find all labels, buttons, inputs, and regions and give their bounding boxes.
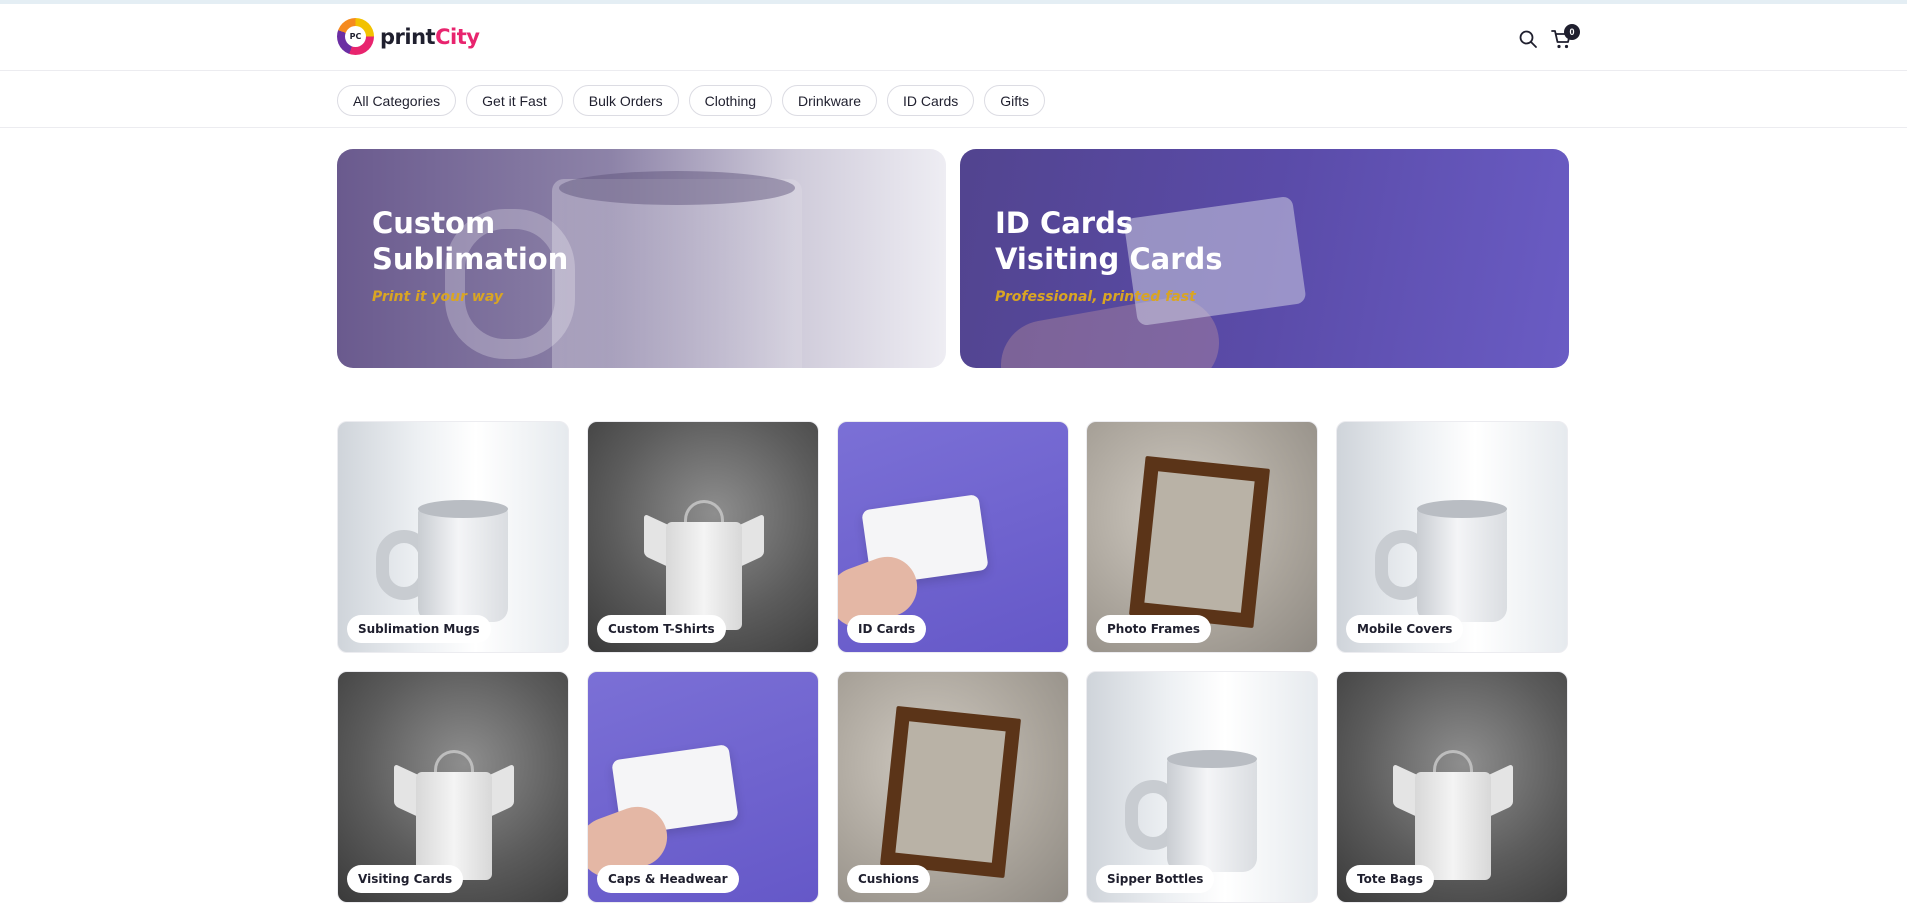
banner-title-line1: ID Cards (995, 206, 1134, 240)
brand-name-part1: print (380, 24, 436, 49)
category-pill-bulk-orders[interactable]: Bulk Orders (572, 85, 679, 116)
product-label: Sipper Bottles (1096, 865, 1215, 893)
product-label: Visiting Cards (347, 865, 464, 893)
brand-name-part2: City (435, 24, 480, 49)
banner-title-line1: Custom (372, 206, 496, 240)
product-tile-custom-t-shirts[interactable]: Custom T-Shirts (587, 421, 819, 653)
category-pill-clothing[interactable]: Clothing (688, 85, 773, 116)
category-pill-get-it-fast[interactable]: Get it Fast (466, 85, 563, 116)
mug-rim-image (1417, 500, 1507, 518)
brand-logo[interactable]: PC printCity (337, 18, 480, 55)
frame-image (1128, 455, 1271, 629)
banner-custom-sublimation[interactable]: Custom Sublimation Print it your way (337, 149, 946, 368)
logo-mark-icon: PC (337, 18, 374, 55)
product-tile-caps-headwear[interactable]: Caps & Headwear (587, 671, 819, 903)
shirt-image (1415, 772, 1491, 880)
product-label: ID Cards (847, 615, 927, 643)
banner-subtitle: Print it your way (372, 289, 503, 305)
category-pill-drinkware[interactable]: Drinkware (782, 85, 878, 116)
banner-title-line2: Visiting Cards (995, 242, 1223, 276)
frame-image (879, 705, 1022, 879)
product-label: Caps & Headwear (597, 865, 739, 893)
product-tile-sipper-bottles[interactable]: Sipper Bottles (1086, 671, 1318, 903)
product-tile-sublimation-mugs[interactable]: Sublimation Mugs (337, 421, 569, 653)
banner-subtitle: Professional, printed fast (995, 289, 1196, 305)
product-label: Photo Frames (1096, 615, 1211, 643)
product-label: Custom T-Shirts (597, 615, 726, 643)
shirt-image (416, 772, 492, 880)
mug-rim-image (1167, 750, 1257, 768)
category-pill-gifts[interactable]: Gifts (984, 85, 1046, 116)
product-label: Mobile Covers (1346, 615, 1464, 643)
category-pills: All Categories Get it Fast Bulk Orders C… (337, 85, 1046, 116)
site-header: PC printCity 0 (0, 4, 1907, 71)
product-tile-id-cards[interactable]: ID Cards (837, 421, 1069, 653)
mug-decoration (552, 179, 802, 368)
banner-id-visiting-cards[interactable]: ID Cards Visiting Cards Professional, pr… (960, 149, 1569, 368)
category-pill-id-cards[interactable]: ID Cards (887, 85, 975, 116)
category-bar: All Categories Get it Fast Bulk Orders C… (0, 72, 1907, 128)
product-tile-mobile-covers[interactable]: Mobile Covers (1336, 421, 1568, 653)
banner-title: Custom Sublimation (372, 205, 568, 277)
mug-rim-decoration (559, 171, 795, 205)
product-label: Sublimation Mugs (347, 615, 491, 643)
product-tile-cushions[interactable]: Cushions (837, 671, 1069, 903)
brand-name: printCity (380, 24, 480, 49)
mug-body-image (1167, 757, 1257, 872)
mug-body-image (1417, 507, 1507, 622)
product-tile-photo-frames[interactable]: Photo Frames (1086, 421, 1318, 653)
shirt-image (666, 522, 742, 630)
product-label: Cushions (847, 865, 931, 893)
product-tile-tote-bags[interactable]: Tote Bags (1336, 671, 1568, 903)
product-label: Tote Bags (1346, 865, 1434, 893)
logo-mark-text: PC (345, 26, 366, 47)
category-pill-all[interactable]: All Categories (337, 85, 457, 116)
banner-title: ID Cards Visiting Cards (995, 205, 1223, 277)
banner-title-line2: Sublimation (372, 242, 569, 276)
product-tile-visiting-cards[interactable]: Visiting Cards (337, 671, 569, 903)
mug-rim-image (418, 500, 508, 518)
cart-count-badge: 0 (1564, 24, 1580, 40)
mug-body-image (418, 507, 508, 622)
search-icon[interactable] (1518, 29, 1538, 49)
